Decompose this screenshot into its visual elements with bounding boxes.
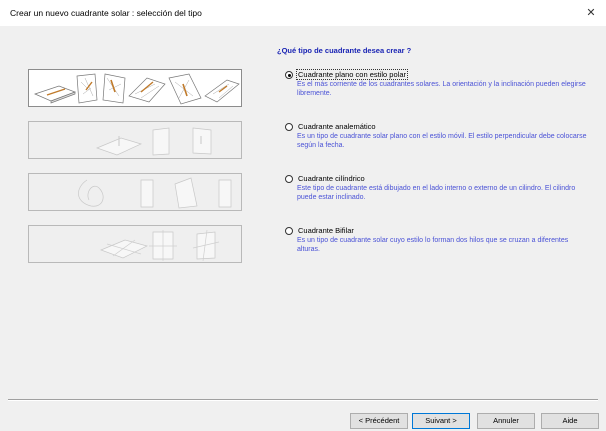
previous-button-label: < Précédent — [358, 416, 400, 425]
cancel-button[interactable]: Annuler — [477, 413, 535, 429]
thumbnail-planar-dial[interactable] — [28, 69, 242, 107]
radio-cylindrical[interactable] — [285, 175, 293, 183]
cylinder-outer-icon — [140, 179, 154, 208]
next-button[interactable]: Suivant > — [412, 413, 470, 429]
footer-separator — [8, 399, 598, 401]
option-label[interactable]: Cuadrante cilíndrico — [297, 174, 366, 183]
question-heading: ¿Qué tipo de cuadrante desea crear ? — [277, 46, 412, 55]
armillary-icon — [78, 179, 104, 207]
planar-dials-illustration — [34, 73, 240, 105]
radio-bifilar[interactable] — [285, 227, 293, 235]
planar-dial-declining-icon — [102, 73, 126, 104]
cancel-button-label: Annuler — [493, 416, 519, 425]
planar-dial-inclined-icon — [128, 77, 166, 103]
bifilar-dials-illustration — [100, 229, 220, 262]
cylindrical-dials-illustration — [78, 177, 232, 209]
planar-dial-vertical-icon — [76, 73, 98, 104]
help-button[interactable]: Aide — [541, 413, 599, 429]
window-title: Crear un nuevo cuadrante solar : selecci… — [10, 8, 202, 18]
planar-dial-horizontal-icon — [34, 85, 76, 104]
option-description: Es un tipo de cuadrante solar plano con … — [297, 133, 587, 149]
help-button-label: Aide — [562, 416, 578, 425]
option-description: Este tipo de cuadrante está dibujado en … — [297, 185, 576, 201]
title-bar: Crear un nuevo cuadrante solar : selecci… — [0, 0, 606, 26]
next-button-label: Suivant > — [425, 416, 457, 425]
analemmatic-wall-icon — [192, 127, 212, 155]
thumbnail-analemmatic-dial[interactable] — [28, 121, 242, 159]
planar-dial-reclining-icon — [168, 73, 202, 105]
analemmatic-vertical-icon — [152, 127, 170, 156]
option-description: Es el más corriente de los cuadrantes so… — [297, 81, 586, 97]
radio-analemmatic[interactable] — [285, 123, 293, 131]
cylinder-inner-icon — [174, 177, 198, 209]
planar-dial-polar-icon — [204, 79, 240, 103]
thumbnail-bifilar-dial[interactable] — [28, 225, 242, 263]
option-label[interactable]: Cuadrante plano con estilo polar — [296, 69, 408, 80]
radio-planar-polar[interactable] — [285, 71, 293, 79]
option-label[interactable]: Cuadrante analemático — [297, 122, 377, 131]
close-icon[interactable]: ✕ — [582, 4, 600, 22]
previous-button[interactable]: < Précédent — [350, 413, 408, 429]
cylinder-tilted-icon — [218, 179, 232, 208]
option-label[interactable]: Cuadrante Bifilar — [297, 226, 355, 235]
option-description: Es un tipo de cuadrante solar cuyo estil… — [297, 237, 569, 253]
thumbnail-cylindrical-dial[interactable] — [28, 173, 242, 211]
analemmatic-dials-illustration — [96, 127, 212, 156]
